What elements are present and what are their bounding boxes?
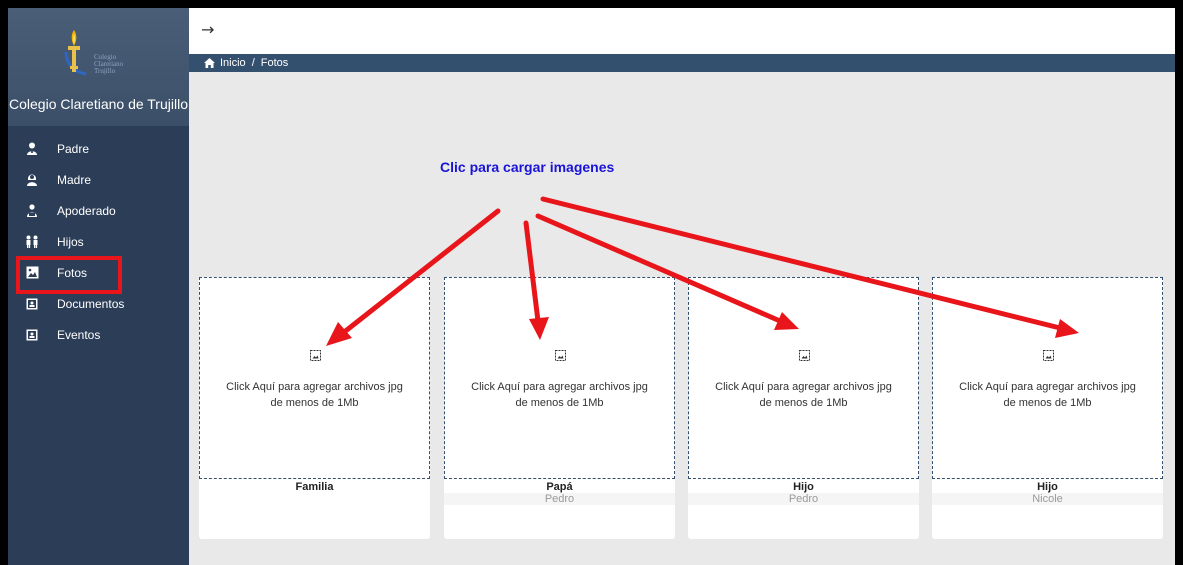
- dropzone-text: Click Aquí para agregar archivos jpg de …: [959, 381, 1136, 409]
- upload-dropzone[interactable]: Click Aquí para agregar archivos jpg de …: [199, 277, 430, 479]
- sidebar-item-eventos[interactable]: Eventos: [8, 319, 189, 350]
- children-icon: [25, 235, 39, 249]
- sidebar: Colegio Claretiano Trujillo Colegio Clar…: [8, 8, 189, 565]
- photo-card-hijo-nicole: Click Aquí para agregar archivos jpg de …: [932, 277, 1163, 539]
- sidebar-item-label: Documentos: [57, 296, 125, 311]
- image-placeholder-icon: [555, 350, 566, 361]
- top-bar: →: [189, 8, 1175, 54]
- document-icon: [25, 297, 39, 311]
- photo-card-hijo-pedro: Click Aquí para agregar archivos jpg de …: [688, 277, 919, 539]
- logo-text: Colegio Claretiano Trujillo: [94, 53, 124, 75]
- sidebar-item-label: Apoderado: [57, 203, 116, 218]
- app-window: Colegio Claretiano Trujillo Colegio Clar…: [8, 8, 1175, 565]
- card-subtitle: Nicole: [932, 493, 1163, 505]
- breadcrumb-separator: /: [251, 57, 255, 69]
- mother-icon: [25, 173, 39, 187]
- upload-dropzone[interactable]: Click Aquí para agregar archivos jpg de …: [688, 277, 919, 479]
- card-title: Hijo: [793, 481, 814, 493]
- sidebar-item-padre[interactable]: Padre: [8, 133, 189, 164]
- sidebar-item-label: Madre: [57, 172, 92, 187]
- sidebar-item-fotos[interactable]: Fotos: [8, 256, 189, 294]
- image-placeholder-icon: [1043, 350, 1054, 361]
- card-title: Hijo: [1037, 481, 1058, 493]
- image-placeholder-icon: [799, 350, 810, 361]
- sidebar-item-label: Hijos: [57, 234, 84, 249]
- arrow-right-icon[interactable]: →: [201, 20, 214, 39]
- breadcrumb-current: Fotos: [260, 57, 289, 69]
- sidebar-item-documentos[interactable]: Documentos: [8, 288, 189, 319]
- event-icon: [25, 328, 39, 342]
- sidebar-item-label: Padre: [57, 141, 90, 156]
- upload-dropzone[interactable]: Click Aquí para agregar archivos jpg de …: [932, 277, 1163, 479]
- image-placeholder-icon: [310, 350, 321, 361]
- guardian-icon: [25, 204, 39, 218]
- card-title: Papá: [546, 481, 573, 493]
- upload-dropzone[interactable]: Click Aquí para agregar archivos jpg de …: [444, 277, 675, 479]
- annotation-label: Clic para cargar imagenes: [440, 159, 615, 175]
- sidebar-menu: Padre Madre Apoderado Hijos Fotos Docume…: [8, 133, 189, 350]
- dropzone-text: Click Aquí para agregar archivos jpg de …: [715, 381, 892, 409]
- sidebar-item-label: Eventos: [57, 327, 101, 342]
- sidebar-item-madre[interactable]: Madre: [8, 164, 189, 195]
- sidebar-item-label: Fotos: [57, 265, 88, 280]
- photo-card-familia: Click Aquí para agregar archivos jpg de …: [199, 277, 430, 539]
- sidebar-item-apoderado[interactable]: Apoderado: [8, 195, 189, 226]
- dropzone-text: Click Aquí para agregar archivos jpg de …: [226, 381, 403, 409]
- card-subtitle: Pedro: [688, 493, 919, 505]
- father-icon: [25, 142, 39, 156]
- card-subtitle: Pedro: [444, 493, 675, 505]
- home-icon[interactable]: [204, 58, 215, 68]
- school-name: Colegio Claretiano de Trujillo: [9, 96, 188, 112]
- card-title: Familia: [295, 481, 334, 493]
- photo-icon: [25, 266, 39, 280]
- breadcrumb-home[interactable]: Inicio: [220, 57, 246, 69]
- dropzone-text: Click Aquí para agregar archivos jpg de …: [471, 381, 648, 409]
- sidebar-item-hijos[interactable]: Hijos: [8, 226, 189, 257]
- breadcrumb: Inicio / Fotos: [189, 54, 1175, 72]
- photo-card-papa: Click Aquí para agregar archivos jpg de …: [444, 277, 675, 539]
- logo-area: Colegio Claretiano Trujillo Colegio Clar…: [8, 8, 189, 126]
